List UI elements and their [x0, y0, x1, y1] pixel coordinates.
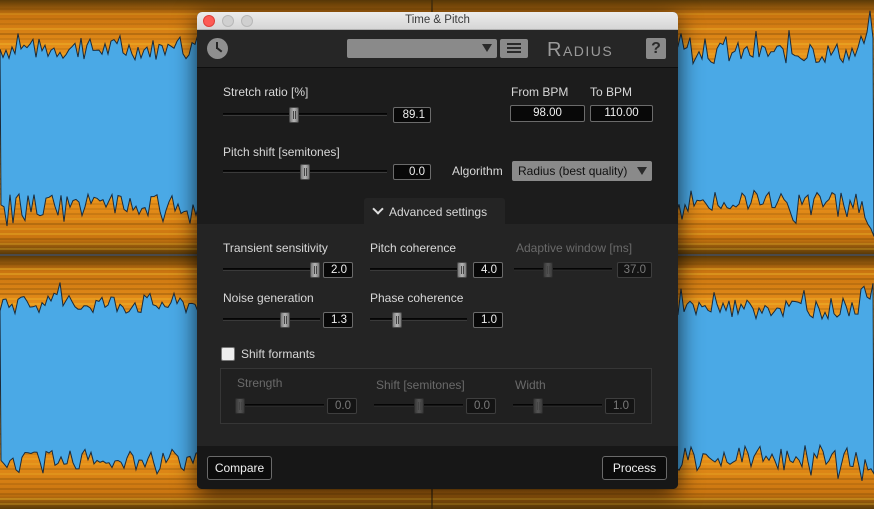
- stretch-ratio-label: Stretch ratio [%]: [223, 85, 309, 99]
- toolbar: Radius ?: [197, 30, 678, 68]
- slider-handle[interactable]: [280, 312, 290, 328]
- time-pitch-dialog: Time & Pitch Radius ? Stretch ratio [%] …: [197, 12, 678, 489]
- pitch-coherence-label: Pitch coherence: [370, 241, 457, 255]
- strength-slider: [235, 398, 324, 414]
- to-bpm-label: To BPM: [590, 85, 633, 99]
- phase-coherence-slider[interactable]: [370, 312, 467, 328]
- formant-shift-value: 0.0: [466, 398, 496, 414]
- transient-sensitivity-value[interactable]: 2.0: [323, 262, 353, 278]
- pitch-coherence-value[interactable]: 4.0: [473, 262, 503, 278]
- stretch-ratio-value[interactable]: 89.1: [393, 107, 431, 123]
- phase-coherence-value[interactable]: 1.0: [473, 312, 503, 328]
- advanced-settings-label: Advanced settings: [389, 205, 488, 219]
- chevron-down-icon: [637, 167, 647, 175]
- slider-handle[interactable]: [310, 262, 320, 278]
- to-bpm-field[interactable]: 110.00: [590, 105, 653, 122]
- slider-handle: [533, 398, 543, 414]
- formant-shift-label: Shift [semitones]: [376, 378, 465, 392]
- shift-formants-label: Shift formants: [241, 347, 316, 361]
- width-label: Width: [515, 378, 546, 392]
- help-button[interactable]: ?: [646, 38, 666, 59]
- width-value: 1.0: [605, 398, 635, 414]
- algorithm-selected: Radius (best quality): [518, 164, 628, 178]
- algorithm-dropdown[interactable]: Radius (best quality): [512, 161, 652, 181]
- slider-handle: [414, 398, 424, 414]
- strength-value: 0.0: [327, 398, 357, 414]
- slider-handle[interactable]: [392, 312, 402, 328]
- slider-handle[interactable]: [300, 164, 310, 180]
- formants-group: [220, 368, 652, 424]
- slider-handle[interactable]: [289, 107, 299, 123]
- stretch-ratio-slider[interactable]: [223, 107, 387, 123]
- chevron-down-icon: [372, 203, 384, 215]
- formant-shift-slider: [374, 398, 463, 414]
- noise-generation-value[interactable]: 1.3: [323, 312, 353, 328]
- title-bar[interactable]: Time & Pitch: [197, 12, 678, 30]
- transient-sensitivity-label: Transient sensitivity: [223, 241, 328, 255]
- chevron-down-icon: [482, 44, 492, 52]
- pitch-shift-slider[interactable]: [223, 164, 387, 180]
- adaptive-window-value: 37.0: [617, 262, 652, 278]
- pitch-shift-label: Pitch shift [semitones]: [223, 145, 340, 159]
- slider-handle[interactable]: [457, 262, 467, 278]
- phase-coherence-label: Phase coherence: [370, 291, 464, 305]
- window-title: Time & Pitch: [405, 14, 470, 26]
- transient-sensitivity-slider[interactable]: [223, 262, 320, 278]
- adaptive-window-slider: [514, 262, 612, 278]
- preset-menu-button[interactable]: [500, 39, 528, 58]
- history-clock-icon[interactable]: [207, 38, 228, 59]
- pitch-coherence-slider[interactable]: [370, 262, 467, 278]
- compare-button[interactable]: Compare: [207, 456, 272, 480]
- noise-generation-slider[interactable]: [223, 312, 320, 328]
- slider-handle: [235, 398, 245, 414]
- preset-dropdown[interactable]: [347, 39, 497, 58]
- pitch-shift-value[interactable]: 0.0: [393, 164, 431, 180]
- noise-generation-label: Noise generation: [223, 291, 314, 305]
- from-bpm-label: From BPM: [511, 85, 569, 99]
- radius-logo: Radius: [547, 39, 614, 61]
- algorithm-label: Algorithm: [452, 164, 503, 178]
- advanced-settings-toggle[interactable]: Advanced settings: [364, 198, 505, 224]
- menu-lines-icon: [507, 43, 521, 45]
- strength-label: Strength: [237, 376, 283, 390]
- adaptive-window-label: Adaptive window [ms]: [516, 241, 633, 255]
- process-button[interactable]: Process: [602, 456, 667, 480]
- width-slider: [513, 398, 602, 414]
- slider-handle: [543, 262, 553, 278]
- shift-formants-checkbox[interactable]: [221, 347, 235, 361]
- from-bpm-field[interactable]: 98.00: [510, 105, 585, 122]
